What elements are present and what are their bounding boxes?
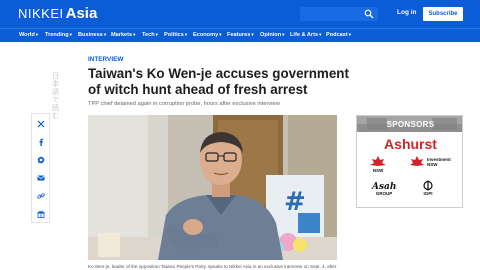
logo-nikkei: NIKKEI	[18, 6, 64, 21]
nav-item-economy[interactable]: Economy▾	[193, 32, 221, 38]
read-in-japanese-link[interactable]: 日本語で読む	[52, 72, 60, 120]
nav-label: Business	[78, 32, 103, 38]
site-logo[interactable]: NIKKEI Asia	[18, 6, 97, 22]
chevron-down-icon: ▾	[219, 32, 222, 37]
article-kicker[interactable]: INTERVIEW	[88, 56, 123, 63]
nav-item-business[interactable]: Business▾	[78, 32, 106, 38]
nav-label: Life & Arts	[290, 32, 319, 38]
svg-text:#: #	[284, 187, 306, 217]
sponsor-nsw-logo[interactable]: NSW	[369, 156, 387, 173]
nav-label: Features	[227, 32, 251, 38]
chevron-down-icon: ▾	[184, 32, 188, 37]
share-x-button[interactable]	[35, 118, 47, 130]
sponsors-header: SPONSORS	[357, 116, 462, 132]
nav-label: Markets	[111, 32, 133, 38]
waratah-icon	[410, 156, 424, 166]
chevron-down-icon: ▾	[251, 32, 254, 37]
nav-label: Tech	[142, 32, 155, 38]
chevron-down-icon: ▾	[348, 32, 352, 37]
share-facebook-button[interactable]	[35, 136, 47, 148]
sponsors-panel[interactable]: SPONSORS Ashurst NSW Investment NSW Asah…	[356, 115, 463, 208]
sponsor-investment-nsw-label: Investment NSW	[427, 157, 451, 167]
gift-icon	[37, 210, 45, 218]
asahi-wordmark: Asahi	[371, 182, 397, 191]
svg-text:Asahi: Asahi	[371, 182, 397, 191]
nav-label: Trending	[45, 32, 69, 38]
nav-label: World	[19, 32, 35, 38]
nav-item-podcast[interactable]: Podcast▾	[326, 32, 351, 38]
main-nav: World▾ Trending▾ Business▾ Markets▾ Tech…	[0, 28, 480, 42]
article-subhead: TPP chief detained again in corruption p…	[88, 101, 280, 107]
top-header: NIKKEI Asia Log in Subscribe	[0, 0, 480, 28]
waratah-icon	[370, 156, 386, 166]
sponsor-ashurst-logo[interactable]: Ashurst	[357, 136, 462, 152]
nav-item-life-arts[interactable]: Life & Arts▾	[290, 32, 321, 38]
chevron-down-icon: ▾	[133, 32, 136, 37]
sponsor-asahi-logo[interactable]: Asahi GROUP	[371, 181, 397, 196]
whatsapp-icon	[37, 156, 45, 164]
share-bar	[31, 113, 50, 223]
nav-item-trending[interactable]: Trending▾	[45, 32, 72, 38]
nav-label: Opinion	[260, 32, 282, 38]
nav-item-world[interactable]: World▾	[19, 32, 38, 38]
chevron-down-icon: ▾	[35, 32, 39, 37]
share-whatsapp-button[interactable]	[35, 154, 47, 166]
search-input[interactable]	[300, 7, 378, 21]
nav-item-opinion[interactable]: Opinion▾	[260, 32, 284, 38]
igpi-symbol	[423, 180, 433, 191]
sponsors-title: SPONSORS	[386, 120, 435, 129]
sponsor-investment-nsw-logo[interactable]: Investment NSW	[409, 156, 453, 168]
nav-item-tech[interactable]: Tech▾	[142, 32, 158, 38]
nav-label: Podcast	[326, 32, 348, 38]
article-photo: #	[88, 115, 337, 260]
gift-article-button[interactable]	[35, 208, 47, 220]
link-icon	[37, 193, 45, 199]
search-icon[interactable]	[364, 9, 374, 19]
chevron-down-icon: ▾	[155, 32, 158, 37]
email-icon	[37, 175, 45, 181]
nav-label: Politics	[164, 32, 184, 38]
photo-illustration: #	[88, 115, 337, 260]
nav-item-politics[interactable]: Politics▾	[164, 32, 187, 38]
chevron-down-icon: ▾	[319, 32, 322, 37]
chevron-down-icon: ▾	[69, 32, 72, 37]
photo-caption: Ko Wen-je, leader of the opposition Taiw…	[88, 264, 338, 269]
chevron-down-icon: ▾	[282, 32, 285, 37]
share-email-button[interactable]	[35, 172, 47, 184]
nav-item-features[interactable]: Features▾	[227, 32, 254, 38]
copy-link-button[interactable]	[35, 190, 47, 202]
sponsor-igpi-label: IGPI	[423, 191, 433, 196]
sponsor-igpi-logo[interactable]: IGPI	[420, 180, 436, 196]
nav-item-markets[interactable]: Markets▾	[111, 32, 135, 38]
logo-asia: Asia	[65, 5, 98, 22]
sponsor-asahi-label: GROUP	[375, 191, 393, 196]
x-icon	[37, 120, 45, 128]
sponsor-nsw-label: NSW	[372, 168, 384, 173]
subscribe-button[interactable]: Subscribe	[423, 7, 463, 21]
chevron-down-icon: ▾	[103, 32, 107, 37]
facebook-icon	[39, 138, 44, 146]
login-link[interactable]: Log in	[397, 9, 417, 16]
article-headline: Taiwan's Ko Wen-je accuses government of…	[88, 66, 349, 97]
nav-label: Economy	[193, 32, 219, 38]
